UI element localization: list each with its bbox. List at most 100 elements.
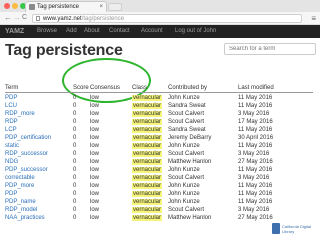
class-cell-wrap: vernacular [132, 166, 163, 174]
term-link[interactable]: RDP_successor [5, 150, 48, 158]
contributor-cell: Scout Calvert [168, 119, 205, 125]
class-badge: vernacular [132, 151, 163, 157]
browser-menu-icon[interactable]: ≡ [311, 14, 316, 23]
nav-contact-link[interactable]: Contact [109, 26, 130, 37]
score-cell: 0 [73, 175, 77, 181]
class-badge: vernacular [132, 207, 163, 213]
table-row: PDP 0 low vernacular John Kunze 11 May 2016 [5, 94, 313, 102]
score-cell: 0 [73, 215, 77, 221]
term-link[interactable]: PDP_successor [5, 166, 48, 174]
consensus-cell: low [90, 119, 100, 125]
term-link[interactable]: PDP [5, 94, 17, 102]
contributor-cell: John Kunze [168, 143, 200, 149]
consensus-cell: low [90, 199, 100, 205]
header-consensus[interactable]: Consensus [90, 84, 120, 92]
table-row: correctable 0 low vernacular Scout Calvert 3 … [5, 174, 313, 182]
nav-logout-link[interactable]: Log out of John [175, 26, 216, 37]
table-row: RDP 0 low vernacular Scout Calvert 17 May 201… [5, 118, 313, 126]
modified-cell: 11 May 2016 [238, 191, 273, 197]
score-cell: 0 [73, 127, 77, 133]
term-link[interactable]: NDG [5, 158, 18, 166]
class-cell-wrap: vernacular [132, 94, 163, 102]
modified-cell: 17 May 2016 [238, 119, 273, 125]
table-row: LCP 0 low vernacular Sandra Sweat 11 May 2016 [5, 126, 313, 134]
new-tab-button[interactable] [108, 3, 122, 11]
term-link[interactable]: PDP_more [5, 182, 34, 190]
class-cell-wrap: vernacular [132, 118, 163, 126]
contributor-cell: Matthew Hanlon [168, 159, 212, 165]
url-input[interactable]: www.yamz.net/tag/persistence [32, 14, 302, 23]
class-cell-wrap: vernacular [132, 190, 163, 198]
table-row: PDP_name 0 low vernacular John Kunze 11 May 2… [5, 198, 313, 206]
class-badge: vernacular [132, 127, 163, 133]
header-score[interactable]: Score [73, 84, 89, 92]
nav-about-link[interactable]: About [84, 26, 100, 37]
class-badge: vernacular [132, 103, 163, 109]
nav-account-link[interactable]: Account [141, 26, 163, 37]
window-close-button[interactable] [4, 3, 10, 9]
class-badge: vernacular [132, 191, 163, 197]
consensus-cell: low [90, 191, 100, 197]
modified-cell: 3 May 2016 [238, 111, 270, 117]
score-cell: 0 [73, 135, 77, 141]
consensus-cell: low [90, 167, 100, 173]
table-row: PDP_successor 0 low vernacular John Kunze 11 … [5, 166, 313, 174]
header-term[interactable]: Term [5, 84, 18, 92]
term-link[interactable]: LCP [5, 126, 17, 134]
search-input[interactable] [224, 43, 316, 55]
site-brand-link[interactable]: YAMZ [5, 26, 24, 37]
browser-tab[interactable]: Tag persistence × [25, 1, 107, 12]
class-cell-wrap: vernacular [132, 102, 163, 110]
consensus-cell: low [90, 95, 100, 101]
page-info-icon[interactable] [36, 16, 40, 21]
modified-cell: 11 May 2016 [238, 103, 273, 109]
modified-cell: 11 May 2016 [238, 95, 273, 101]
class-badge: vernacular [132, 175, 163, 181]
consensus-cell: low [90, 103, 100, 109]
term-link[interactable]: RDP [5, 118, 18, 126]
consensus-cell: low [90, 215, 100, 221]
cdl-logo-mark-icon [272, 223, 280, 234]
modified-cell: 30 April 2016 [238, 135, 274, 141]
nav-add-link[interactable]: Add [66, 26, 77, 37]
contributor-cell: Sandra Sweat [168, 127, 206, 133]
class-cell-wrap: vernacular [132, 182, 163, 190]
term-link[interactable]: PDP_name [5, 198, 36, 206]
term-link[interactable]: static [5, 142, 19, 150]
term-link[interactable]: correctable [5, 174, 35, 182]
modified-cell: 3 May 2016 [238, 207, 270, 213]
table-row: RDP_successor 0 low vernacular Scout Calvert… [5, 150, 313, 158]
header-contributed-by[interactable]: Contributed by [168, 84, 207, 92]
term-link[interactable]: LCU [5, 102, 17, 110]
contributor-cell: John Kunze [168, 199, 200, 205]
score-cell: 0 [73, 143, 77, 149]
score-cell: 0 [73, 151, 77, 157]
term-link[interactable]: PDP [5, 190, 17, 198]
nav-browse-link[interactable]: Browse [37, 26, 57, 37]
class-badge: vernacular [132, 135, 163, 141]
term-link[interactable]: RDP_more [5, 110, 35, 118]
contributor-cell: John Kunze [168, 191, 200, 197]
contributor-cell: Jeremy DeBarry [168, 135, 212, 141]
modified-cell: 27 May 2016 [238, 159, 273, 165]
reload-icon[interactable]: C [22, 13, 27, 23]
forward-arrow-icon[interactable]: → [13, 13, 21, 23]
contributor-cell: Scout Calvert [168, 111, 205, 117]
back-arrow-icon[interactable]: ← [4, 13, 12, 23]
tab-close-icon[interactable]: × [99, 2, 103, 12]
consensus-cell: low [90, 135, 100, 141]
term-link[interactable]: PDP_certification [5, 134, 51, 142]
header-last-modified[interactable]: Last modified [238, 84, 274, 92]
window-minimize-button[interactable] [12, 3, 18, 9]
class-cell-wrap: vernacular [132, 142, 163, 150]
terms-table: Term Score Consensus Class Contributed b… [5, 84, 313, 222]
term-link[interactable]: RDP_model [5, 206, 37, 214]
table-row: PDP_more 0 low vernacular John Kunze 11 May 2… [5, 182, 313, 190]
class-cell-wrap: vernacular [132, 158, 163, 166]
cdl-logo-text: California Digital Library [282, 224, 312, 234]
term-link[interactable]: NAA_practices [5, 214, 45, 222]
header-class[interactable]: Class [132, 84, 147, 92]
class-badge: vernacular [132, 167, 163, 173]
consensus-cell: low [90, 111, 100, 117]
consensus-cell: low [90, 175, 100, 181]
